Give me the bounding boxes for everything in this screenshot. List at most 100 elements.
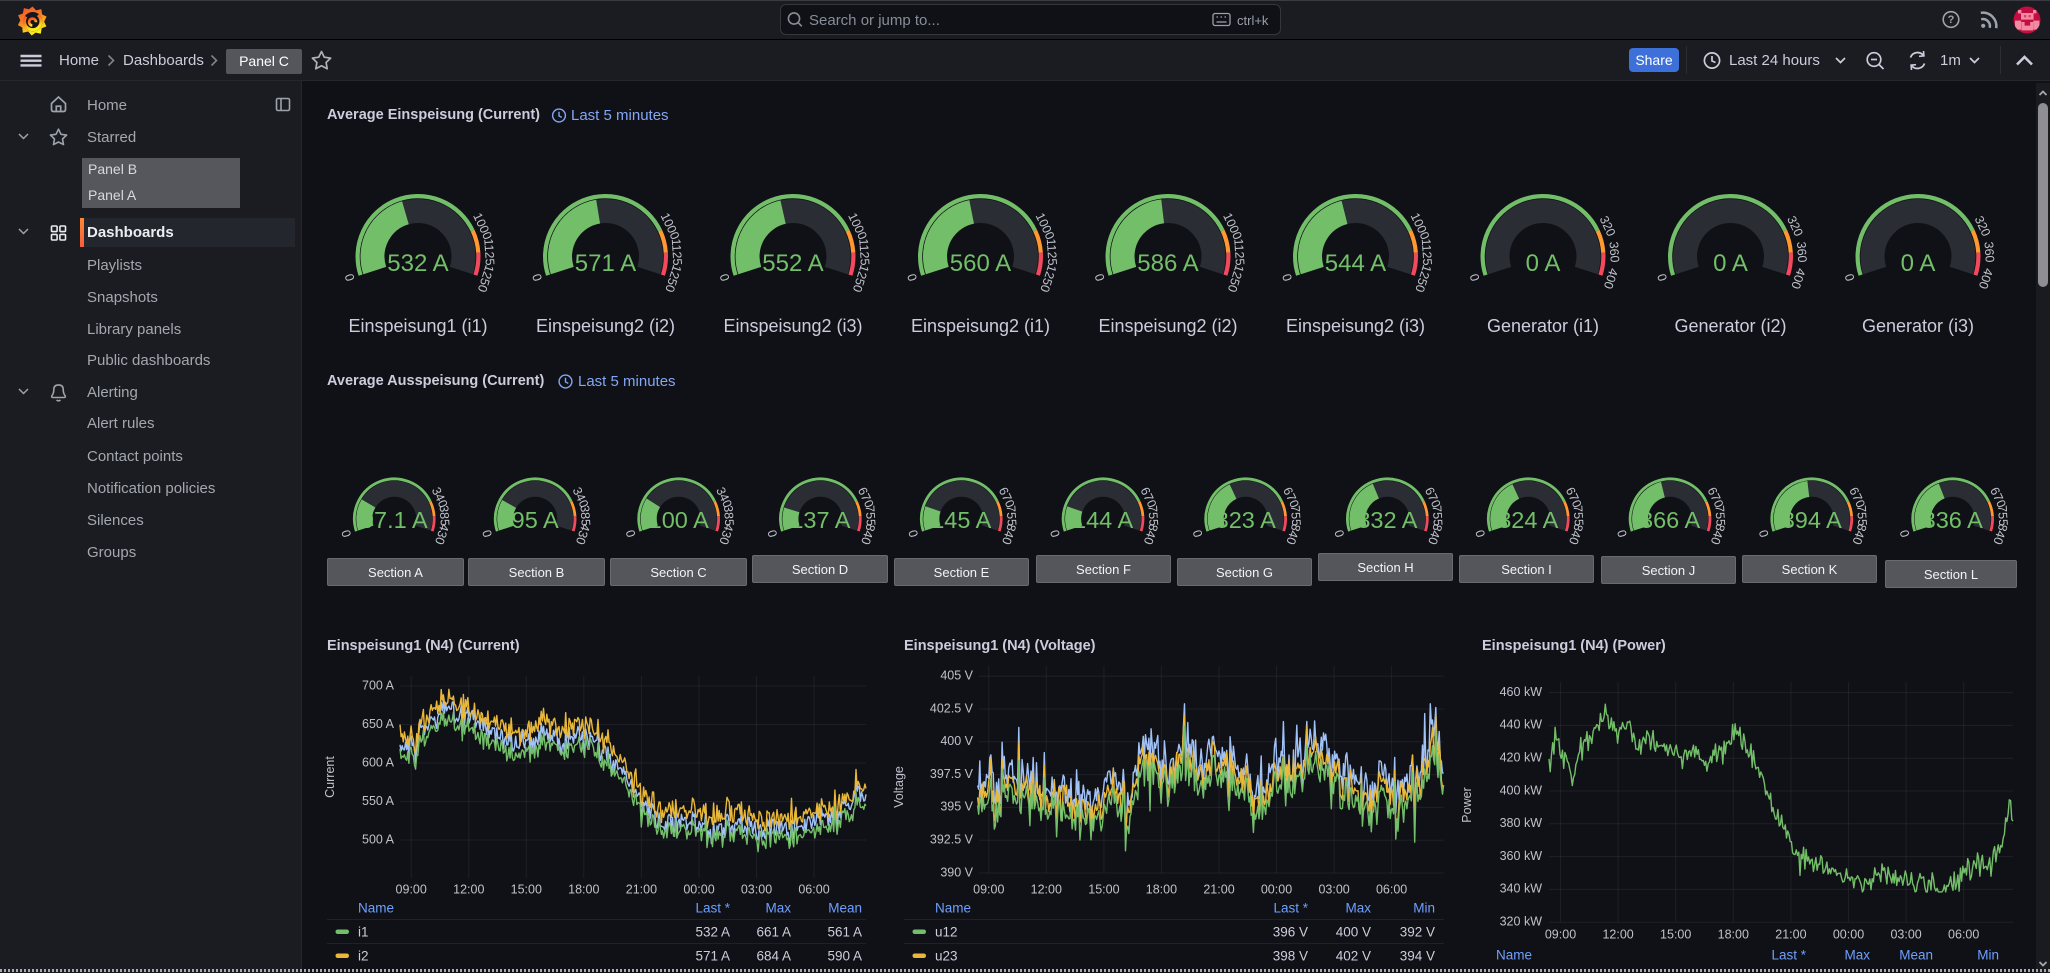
svg-text:137 A: 137 A bbox=[790, 507, 850, 533]
svg-text:392 V: 392 V bbox=[1400, 925, 1435, 940]
svg-text:144 A: 144 A bbox=[1073, 507, 1133, 533]
svg-text:Generator (i2): Generator (i2) bbox=[1674, 316, 1786, 336]
svg-text:392.5 V: 392.5 V bbox=[930, 832, 974, 846]
svg-text:18:00: 18:00 bbox=[1146, 882, 1177, 896]
svg-text:18:00: 18:00 bbox=[568, 882, 599, 896]
svg-text:0 A: 0 A bbox=[1901, 250, 1936, 277]
svg-text:06:00: 06:00 bbox=[1376, 882, 1407, 896]
svg-text:Name: Name bbox=[358, 901, 394, 916]
svg-text:0: 0 bbox=[1332, 528, 1347, 539]
svg-text:1125: 1125 bbox=[856, 238, 872, 266]
svg-text:00:00: 00:00 bbox=[1261, 882, 1292, 896]
svg-text:0: 0 bbox=[342, 272, 357, 283]
svg-text:571 A: 571 A bbox=[695, 949, 730, 964]
svg-text:Mean: Mean bbox=[828, 901, 862, 916]
svg-text:390 V: 390 V bbox=[940, 865, 973, 879]
svg-text:0: 0 bbox=[1048, 528, 1063, 539]
svg-text:15:00: 15:00 bbox=[1660, 927, 1691, 941]
svg-text:402 V: 402 V bbox=[1336, 949, 1371, 964]
svg-text:Last *: Last * bbox=[695, 901, 730, 916]
svg-text:21:00: 21:00 bbox=[1203, 882, 1234, 896]
svg-text:145 A: 145 A bbox=[931, 507, 991, 533]
svg-text:0: 0 bbox=[1615, 528, 1630, 539]
svg-text:340 kW: 340 kW bbox=[1500, 882, 1543, 896]
svg-text:Min: Min bbox=[1977, 948, 1999, 963]
svg-text:500 A: 500 A bbox=[362, 832, 395, 846]
svg-text:320 kW: 320 kW bbox=[1500, 914, 1543, 928]
svg-text:06:00: 06:00 bbox=[798, 882, 829, 896]
svg-text:571 A: 571 A bbox=[575, 250, 636, 277]
svg-text:i1: i1 bbox=[358, 925, 369, 940]
svg-text:0: 0 bbox=[1842, 272, 1857, 283]
svg-text:532 A: 532 A bbox=[387, 250, 448, 277]
svg-text:u12: u12 bbox=[935, 925, 958, 940]
svg-text:03:00: 03:00 bbox=[1890, 927, 1921, 941]
svg-text:Generator (i3): Generator (i3) bbox=[1862, 316, 1974, 336]
svg-text:661 A: 661 A bbox=[756, 925, 791, 940]
svg-text:18:00: 18:00 bbox=[1718, 927, 1749, 941]
svg-text:380 kW: 380 kW bbox=[1500, 816, 1543, 830]
svg-text:Mean: Mean bbox=[1899, 948, 1933, 963]
svg-text:15:00: 15:00 bbox=[511, 882, 542, 896]
svg-text:0 A: 0 A bbox=[1526, 250, 1561, 277]
svg-text:400 V: 400 V bbox=[1336, 925, 1371, 940]
svg-text:00:00: 00:00 bbox=[683, 882, 714, 896]
svg-text:Last *: Last * bbox=[1771, 948, 1806, 963]
svg-text:Einspeisung2 (i2): Einspeisung2 (i2) bbox=[536, 316, 675, 336]
svg-text:Current: Current bbox=[323, 756, 337, 798]
svg-text:Max: Max bbox=[1844, 948, 1870, 963]
svg-text:u23: u23 bbox=[935, 949, 958, 964]
svg-text:590 A: 590 A bbox=[827, 949, 862, 964]
svg-text:402.5 V: 402.5 V bbox=[930, 701, 974, 715]
svg-text:586 A: 586 A bbox=[1137, 250, 1198, 277]
svg-text:360 kW: 360 kW bbox=[1500, 849, 1543, 863]
svg-text:Min: Min bbox=[1413, 901, 1435, 916]
svg-text:1125: 1125 bbox=[1044, 238, 1060, 266]
svg-text:400 kW: 400 kW bbox=[1500, 783, 1543, 797]
svg-text:600 A: 600 A bbox=[362, 755, 395, 769]
svg-text:0: 0 bbox=[765, 528, 780, 539]
svg-text:360: 360 bbox=[1794, 241, 1809, 263]
svg-text:394 V: 394 V bbox=[1400, 949, 1435, 964]
svg-text:395 V: 395 V bbox=[940, 800, 973, 814]
svg-text:09:00: 09:00 bbox=[396, 882, 427, 896]
svg-text:360: 360 bbox=[1606, 241, 1621, 263]
svg-text:Einspeisung2 (i3): Einspeisung2 (i3) bbox=[1286, 316, 1425, 336]
svg-text:0: 0 bbox=[530, 272, 545, 283]
svg-text:Einspeisung2 (i2): Einspeisung2 (i2) bbox=[1098, 316, 1237, 336]
svg-text:0: 0 bbox=[905, 272, 920, 283]
svg-text:1125: 1125 bbox=[481, 238, 497, 266]
svg-text:700 A: 700 A bbox=[362, 678, 395, 692]
svg-text:0: 0 bbox=[906, 528, 921, 539]
svg-text:Max: Max bbox=[765, 901, 791, 916]
svg-text:21:00: 21:00 bbox=[626, 882, 657, 896]
svg-text:12:00: 12:00 bbox=[453, 882, 484, 896]
svg-text:Name: Name bbox=[935, 901, 971, 916]
svg-text:95 A: 95 A bbox=[512, 507, 559, 533]
svg-text:405 V: 405 V bbox=[940, 668, 973, 682]
svg-text:440 kW: 440 kW bbox=[1500, 718, 1543, 732]
svg-text:0: 0 bbox=[623, 528, 638, 539]
svg-text:Generator (i1): Generator (i1) bbox=[1487, 316, 1599, 336]
svg-text:0: 0 bbox=[339, 528, 354, 539]
svg-text:0: 0 bbox=[1190, 528, 1205, 539]
svg-text:12:00: 12:00 bbox=[1031, 882, 1062, 896]
svg-text:360: 360 bbox=[1981, 241, 1996, 263]
svg-text:03:00: 03:00 bbox=[741, 882, 772, 896]
svg-text:0: 0 bbox=[1473, 528, 1488, 539]
svg-text:650 A: 650 A bbox=[362, 717, 395, 731]
svg-text:532 A: 532 A bbox=[695, 925, 730, 940]
svg-text:0: 0 bbox=[1655, 272, 1670, 283]
svg-text:0: 0 bbox=[1756, 528, 1771, 539]
svg-text:1125: 1125 bbox=[1419, 238, 1435, 266]
svg-text:Voltage: Voltage bbox=[892, 766, 906, 808]
svg-text:0: 0 bbox=[1467, 272, 1482, 283]
svg-text:Einspeisung2 (i3): Einspeisung2 (i3) bbox=[723, 316, 862, 336]
svg-text:552 A: 552 A bbox=[762, 250, 823, 277]
svg-text:0: 0 bbox=[1897, 528, 1912, 539]
svg-text:06:00: 06:00 bbox=[1948, 927, 1979, 941]
svg-text:0 A: 0 A bbox=[1713, 250, 1748, 277]
svg-text:561 A: 561 A bbox=[827, 925, 862, 940]
svg-text:03:00: 03:00 bbox=[1318, 882, 1349, 896]
svg-text:544 A: 544 A bbox=[1325, 250, 1386, 277]
